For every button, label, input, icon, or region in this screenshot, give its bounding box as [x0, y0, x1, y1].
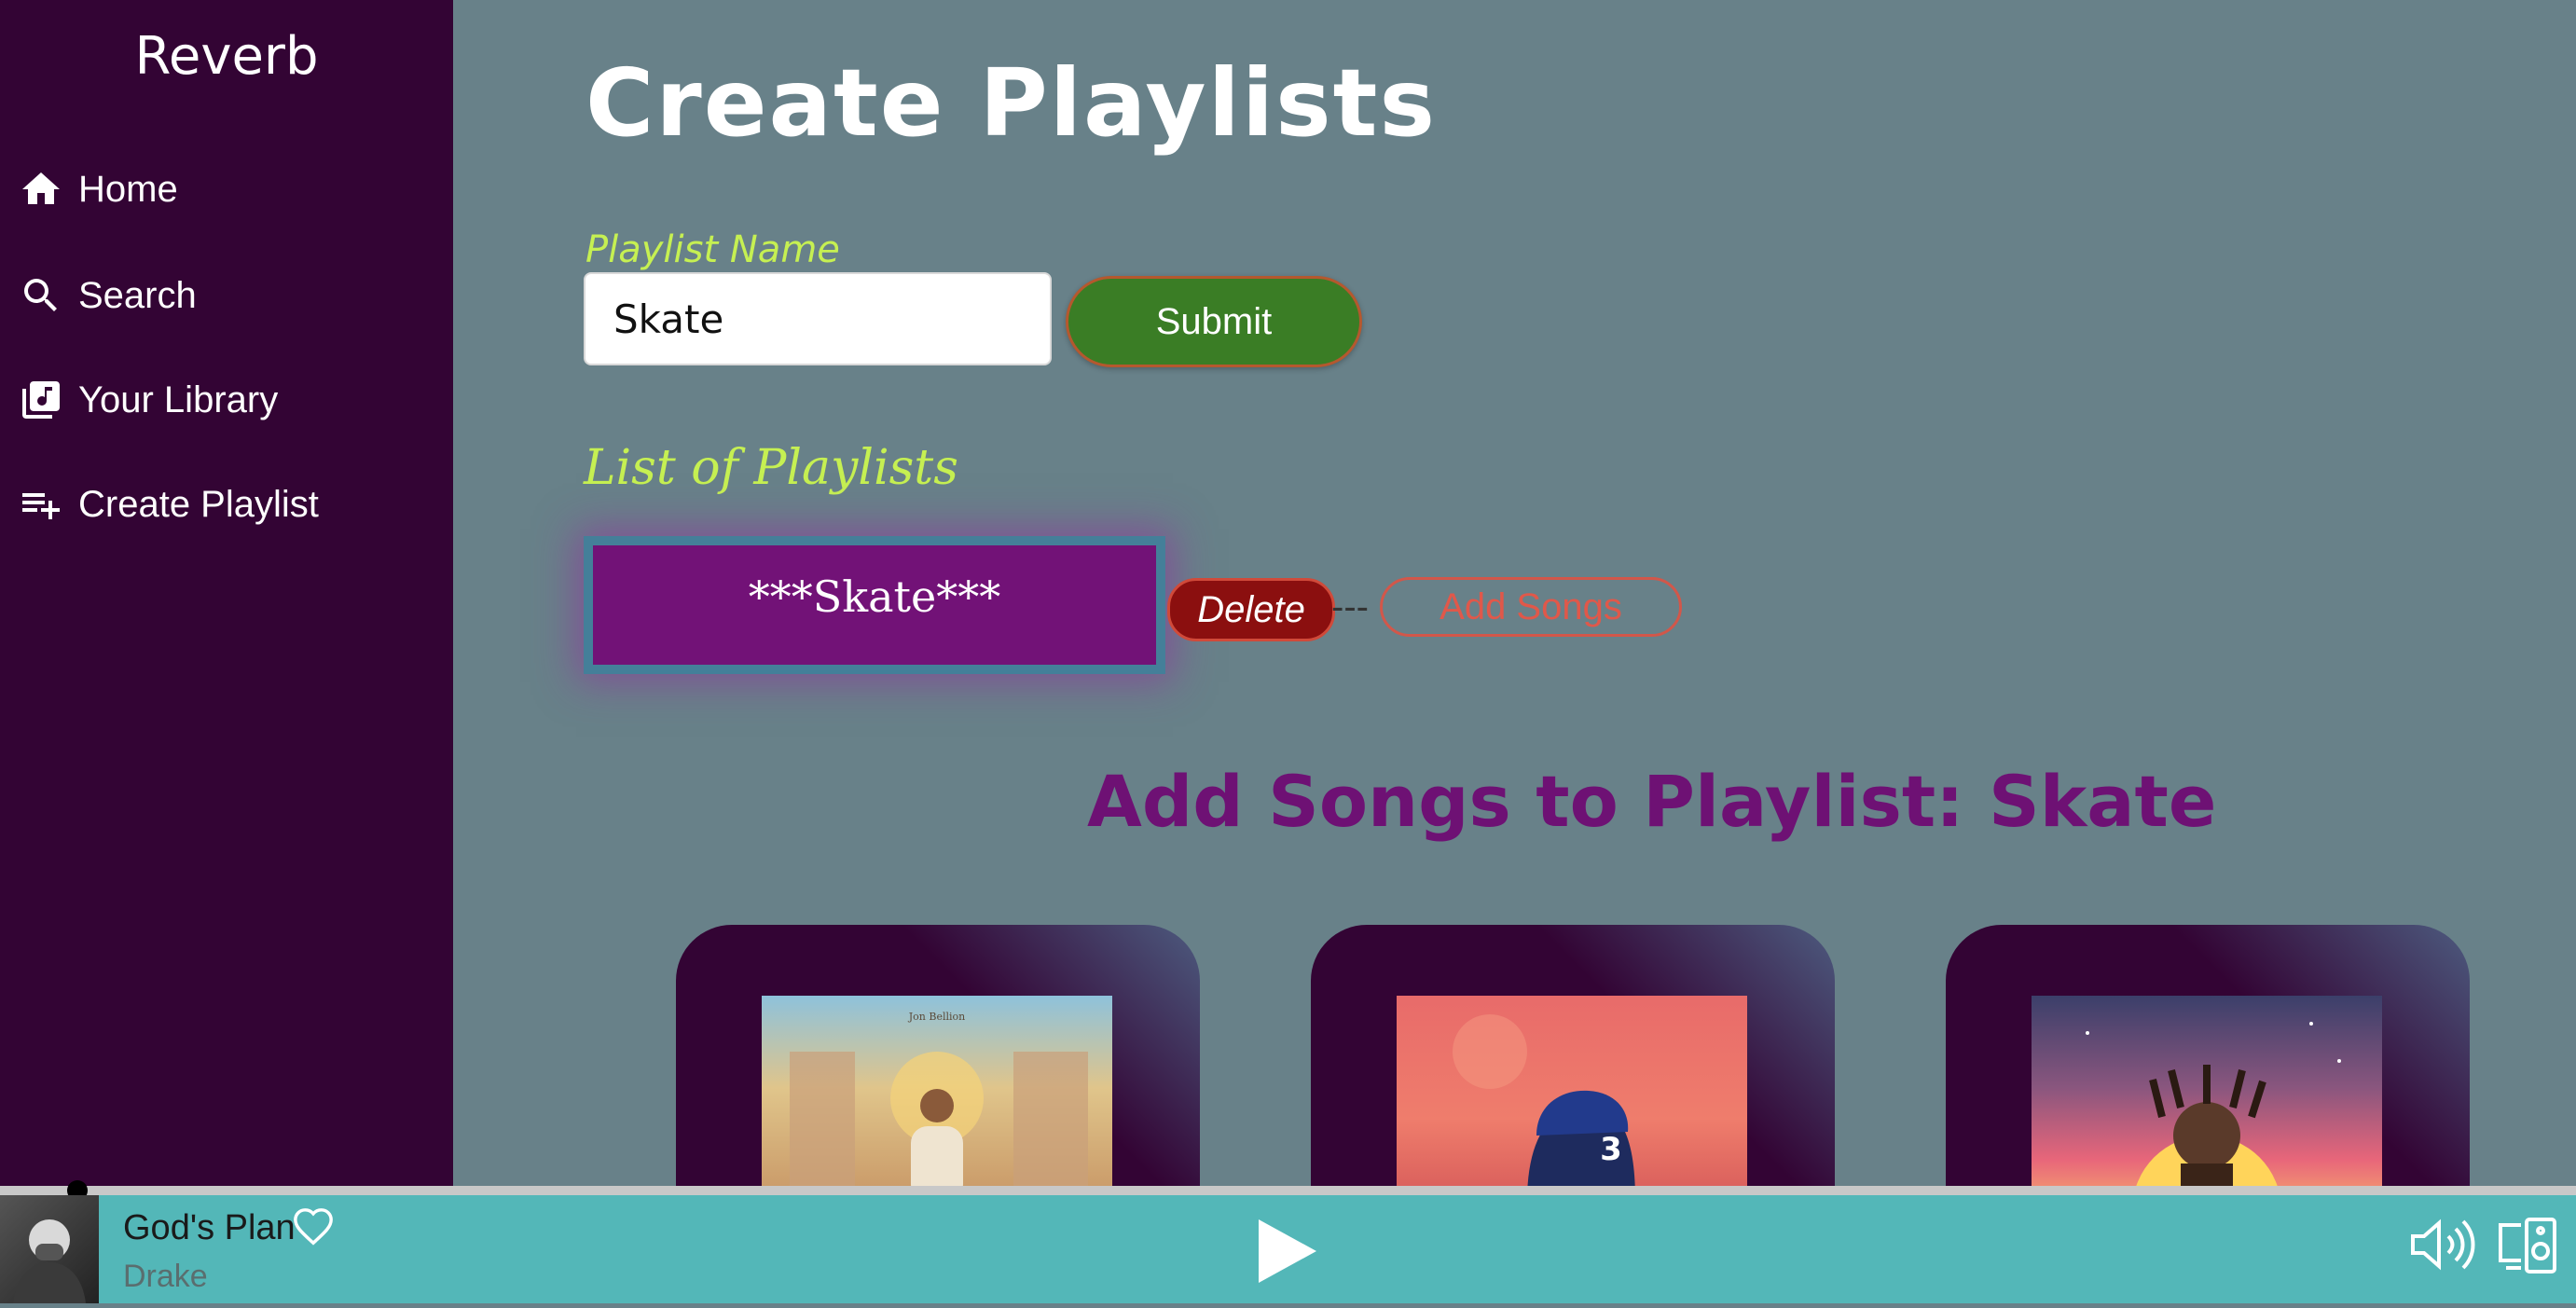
app-brand: Reverb	[134, 26, 319, 87]
now-playing-title[interactable]: God's Plan	[123, 1208, 296, 1248]
playlist-add-icon	[17, 480, 65, 529]
connect-device-icon[interactable]	[2497, 1214, 2558, 1275]
sidebar-item-search[interactable]: Search	[17, 263, 197, 328]
album-art: 3	[1397, 996, 1747, 1189]
album-overlay-text: Jon Bellion	[908, 1011, 965, 1023]
sidebar-item-label: Your Library	[78, 379, 279, 420]
album-card[interactable]: Jon Bellion	[676, 925, 1200, 1189]
page-title: Create Playlists	[585, 48, 1438, 158]
delete-playlist-button[interactable]: Delete	[1167, 578, 1335, 641]
album-art: Jon Bellion	[762, 996, 1112, 1189]
sidebar-item-create-playlist[interactable]: Create Playlist	[17, 472, 319, 537]
submit-button[interactable]: Submit	[1066, 276, 1362, 367]
sidebar: Reverb Home Search Your Library Create P…	[0, 0, 453, 1189]
playlist-name-label: Playlist Name	[585, 228, 840, 271]
separator: ---	[1331, 586, 1369, 627]
play-icon[interactable]	[1253, 1216, 1320, 1287]
add-songs-heading: Add Songs to Playlist: Skate	[1087, 760, 2217, 843]
volume-icon[interactable]	[2409, 1216, 2476, 1274]
library-icon	[17, 376, 65, 424]
add-songs-button[interactable]: Add Songs	[1380, 577, 1682, 637]
now-playing-thumbnail	[0, 1195, 99, 1303]
album-art	[2032, 996, 2382, 1189]
album-card[interactable]	[1946, 925, 2470, 1189]
sidebar-item-label: Home	[78, 168, 178, 210]
album-card[interactable]: 3	[1311, 925, 1835, 1189]
search-icon	[17, 271, 65, 320]
playlist-list-heading: List of Playlists	[584, 440, 958, 496]
playlist-item[interactable]: ***Skate***	[584, 536, 1165, 674]
album-overlay-text: 3	[1600, 1131, 1622, 1168]
progress-bar[interactable]	[0, 1186, 2576, 1195]
sidebar-item-your-library[interactable]: Your Library	[17, 367, 278, 433]
sidebar-item-home[interactable]: Home	[17, 157, 178, 222]
sidebar-item-label: Create Playlist	[78, 483, 319, 525]
home-icon	[17, 165, 65, 213]
heart-icon[interactable]	[291, 1206, 336, 1249]
sidebar-item-label: Search	[78, 274, 197, 316]
playlist-name-input[interactable]	[584, 272, 1052, 365]
now-playing-artist: Drake	[123, 1259, 208, 1294]
